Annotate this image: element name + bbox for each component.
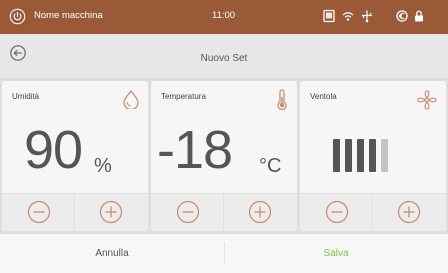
fan-plus-button[interactable] [397, 200, 421, 224]
humidity-minus-button[interactable] [27, 200, 51, 224]
divider [372, 194, 373, 231]
fan-card: Ventola [300, 81, 446, 231]
settings-cards: Umidità 90 % Temperatura -18 °C Ventola [0, 78, 448, 234]
humidity-card: Umidità 90 % [2, 81, 148, 231]
wifi-icon [342, 12, 354, 21]
humidity-drop-icon [123, 90, 139, 109]
save-button[interactable]: Salva [224, 234, 448, 273]
cancel-button[interactable]: Annulla [0, 234, 224, 273]
fan-speed-bar [369, 139, 376, 172]
fan-label: Ventola [310, 92, 337, 101]
thermometer-icon [277, 89, 287, 110]
humidity-unit: % [94, 155, 112, 177]
fan-icon [417, 90, 437, 110]
action-bar: Annulla Salva [0, 234, 448, 273]
humidity-controls [2, 193, 148, 231]
humidity-value: 90 [24, 120, 83, 180]
coin-icon [396, 10, 408, 22]
fan-controls [300, 193, 446, 231]
lock-icon [415, 10, 423, 22]
temperature-card: Temperatura -18 °C [151, 81, 297, 231]
fan-speed-bar [381, 139, 388, 172]
temperature-controls [151, 193, 297, 231]
temperature-minus-button[interactable] [176, 200, 200, 224]
divider [223, 194, 224, 231]
usb-icon [362, 10, 372, 23]
machine-name: Nome macchina [34, 10, 103, 21]
temperature-value: -18 [157, 120, 233, 180]
divider [74, 194, 75, 231]
fan-speed-bar [357, 139, 364, 172]
page-title: Nuovo Set [200, 53, 248, 64]
title-bar: Nuovo Set [0, 34, 448, 78]
temperature-plus-button[interactable] [248, 200, 272, 224]
power-icon[interactable] [9, 8, 26, 25]
temperature-unit: °C [259, 155, 282, 177]
status-bar: Nome macchina 11:00 [0, 0, 448, 34]
humidity-plus-button[interactable] [99, 200, 123, 224]
fan-speed-bar [345, 139, 352, 172]
clock-time: 11:00 [212, 10, 236, 21]
tablet-icon [323, 9, 335, 23]
temperature-label: Temperatura [161, 92, 206, 101]
fan-minus-button[interactable] [325, 200, 349, 224]
humidity-label: Umidità [12, 92, 40, 101]
fan-speed-bar [333, 139, 340, 172]
